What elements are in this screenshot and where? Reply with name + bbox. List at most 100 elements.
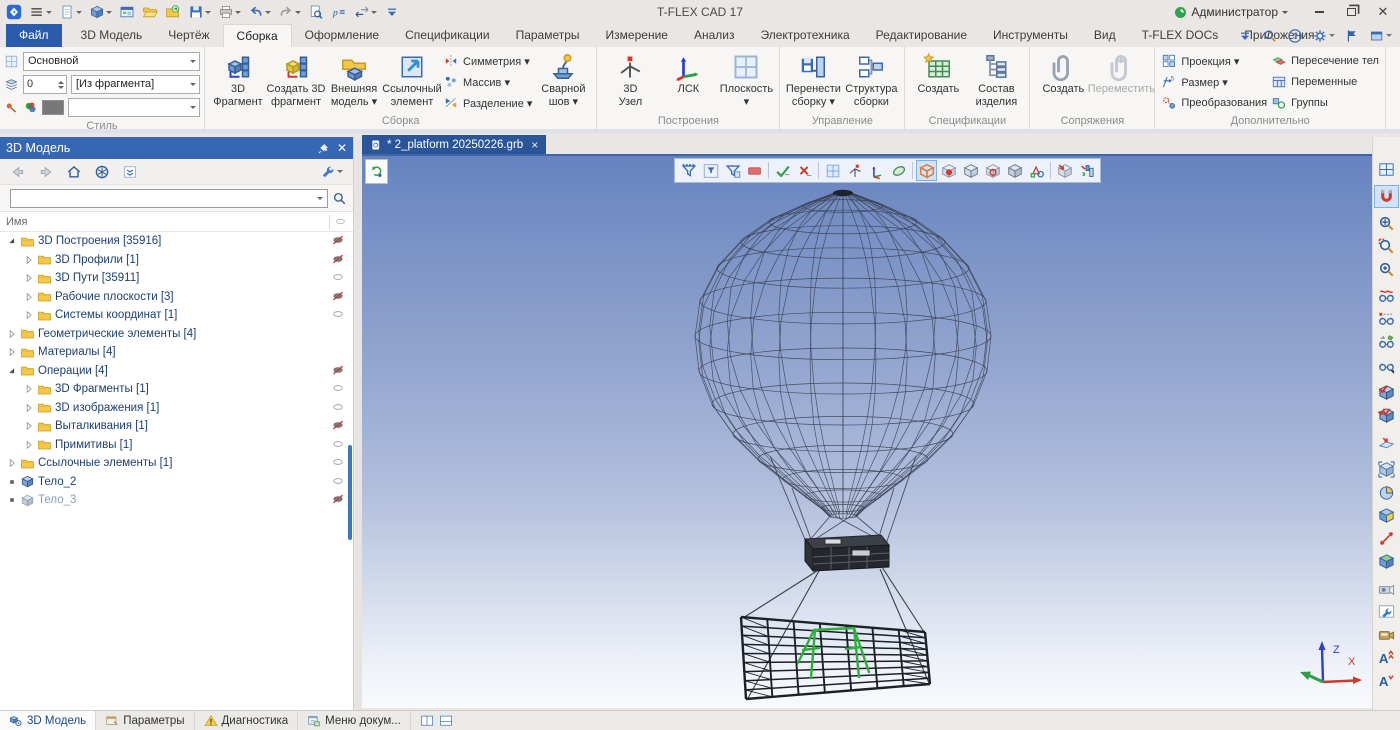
- tree-item-операции-4-[interactable]: Операции [4]: [0, 362, 353, 381]
- tab-электротехника[interactable]: Электротехника: [747, 24, 862, 47]
- material-select[interactable]: [68, 98, 200, 117]
- expander-closed-icon[interactable]: [23, 383, 35, 395]
- color-swatch[interactable]: [42, 100, 64, 115]
- document-tab[interactable]: * 2_platform 20250226.grb ×: [362, 135, 546, 154]
- search-input[interactable]: [10, 189, 328, 208]
- minimize-button[interactable]: [1304, 1, 1334, 23]
- expander-closed-icon[interactable]: [6, 457, 18, 469]
- close-panel-icon[interactable]: ✕: [337, 141, 347, 155]
- tab-вид[interactable]: Вид: [1081, 24, 1129, 47]
- sel-lcs-button[interactable]: [866, 160, 887, 181]
- model-overview-button[interactable]: [92, 161, 112, 183]
- ribbon-button-состав-изделия[interactable]: Составизделия: [967, 50, 1025, 109]
- scene-options-button[interactable]: [365, 159, 388, 184]
- magnet-button[interactable]: [1374, 185, 1399, 208]
- close-document-icon[interactable]: ×: [531, 138, 538, 152]
- glasses-node-button[interactable]: [1374, 308, 1399, 331]
- tab-t-flex-docs[interactable]: T-FLEX DOCs: [1129, 24, 1232, 47]
- layout-columns-button[interactable]: [419, 713, 435, 728]
- tree-item-материалы-4-[interactable]: Материалы [4]: [0, 343, 353, 362]
- ribbon-button-3d-узел[interactable]: 3DУзел: [601, 50, 659, 109]
- eye-hidden-icon[interactable]: [331, 233, 345, 247]
- tab-3d-модель[interactable]: 3D Модель: [68, 24, 156, 47]
- tree-item-3d-профили-1-[interactable]: 3D Профили [1]: [0, 251, 353, 270]
- eye-visible-icon[interactable]: [331, 455, 345, 469]
- expander-open-icon[interactable]: [6, 365, 18, 377]
- divide-view-button[interactable]: [1374, 158, 1399, 181]
- font-increase-button[interactable]: A: [1374, 646, 1399, 669]
- eye-hidden-icon[interactable]: [331, 363, 345, 377]
- sel-node-button[interactable]: [844, 160, 865, 181]
- ribbon-button-перенести-сборку-[interactable]: Перенестисборку ▾: [784, 50, 842, 109]
- tab-инструменты[interactable]: Инструменты: [980, 24, 1081, 47]
- tree-item-3d-пути-35911-[interactable]: 3D Пути [35911]: [0, 269, 353, 288]
- ribbon-button-размер-[interactable]: 5Размер ▾: [1161, 73, 1267, 91]
- sel-solids-button[interactable]: [1004, 160, 1025, 181]
- tree-item-примитивы-1-[interactable]: Примитивы [1]: [0, 436, 353, 455]
- ribbon-button-сварной-шов-[interactable]: Сварнойшов ▾: [534, 50, 592, 109]
- tree-item-тело-2[interactable]: Тело_2: [0, 473, 353, 492]
- ribbon-button-группы[interactable]: Группы: [1271, 94, 1379, 112]
- projector-button[interactable]: [1374, 577, 1399, 600]
- ribbon-button-массив-[interactable]: Массив ▾: [443, 73, 532, 91]
- sel-structure-button[interactable]: [1076, 160, 1097, 181]
- forward-button[interactable]: [36, 161, 56, 183]
- restore-button[interactable]: [1336, 1, 1366, 23]
- tab-параметры[interactable]: Параметры: [503, 24, 593, 47]
- expander-closed-icon[interactable]: [23, 254, 35, 266]
- ribbon-button-проекция-[interactable]: Проекция ▾: [1161, 52, 1267, 70]
- filter-rect-button[interactable]: [744, 160, 765, 181]
- sel-fragment-button[interactable]: [1054, 160, 1075, 181]
- tree-item-3d-построения-35916-[interactable]: 3D Построения [35916]: [0, 232, 353, 251]
- 3d-viewport[interactable]: ZX: [362, 156, 1372, 708]
- settings-button[interactable]: [1310, 25, 1337, 47]
- expand-levels-button[interactable]: [120, 161, 140, 183]
- sel-faces-button[interactable]: [938, 160, 959, 181]
- ribbon-button-лск[interactable]: ЛСК: [659, 50, 717, 109]
- zoom-dynamic-button[interactable]: [1374, 212, 1399, 235]
- expander-closed-icon[interactable]: [23, 420, 35, 432]
- eye-hidden-icon[interactable]: [331, 289, 345, 303]
- move-plane-button[interactable]: [1374, 431, 1399, 454]
- ribbon-button-структура-сборки[interactable]: Структурасборки: [842, 50, 900, 109]
- tree-item-системы-координат-1-[interactable]: Системы координат [1]: [0, 306, 353, 325]
- expander-closed-icon[interactable]: [23, 402, 35, 414]
- sel-operations-button[interactable]: [982, 160, 1003, 181]
- help-button[interactable]: ?: [1285, 25, 1305, 47]
- ribbon-button-создать[interactable]: Создать: [1034, 50, 1092, 109]
- close-button[interactable]: ✕: [1368, 1, 1398, 23]
- user-menu[interactable]: Администратор: [1174, 5, 1288, 19]
- source-select[interactable]: [Из фрагмента]: [71, 75, 200, 94]
- eye-hidden-icon[interactable]: [331, 252, 345, 266]
- filter-button[interactable]: [678, 160, 699, 181]
- tab-редактирование[interactable]: Редактирование: [863, 24, 980, 47]
- tree-item-3d-фрагменты-1-[interactable]: 3D Фрагменты [1]: [0, 380, 353, 399]
- filter-window-button[interactable]: [700, 160, 721, 181]
- layout-bottom-button[interactable]: [438, 713, 454, 728]
- measure-red-button[interactable]: [1374, 527, 1399, 550]
- cube-yellow-button[interactable]: [1374, 504, 1399, 527]
- eye-visible-icon[interactable]: [331, 270, 345, 284]
- panel-splitter[interactable]: [355, 137, 362, 710]
- expander-closed-icon[interactable]: [23, 439, 35, 451]
- home-button[interactable]: [64, 161, 84, 183]
- search-button[interactable]: [1260, 25, 1280, 47]
- eye-visible-icon[interactable]: [331, 381, 345, 395]
- bottom-tab-3d-модель[interactable]: 3D Модель: [0, 711, 96, 730]
- tree-item-выталкивания-1-[interactable]: Выталкивания [1]: [0, 417, 353, 436]
- render-settings-button[interactable]: [1374, 600, 1399, 623]
- tab-спецификации[interactable]: Спецификации: [392, 24, 502, 47]
- glasses-plain-button[interactable]: [1374, 354, 1399, 377]
- ribbon-button-пересечение-тел[interactable]: Пересечение тел: [1271, 52, 1379, 70]
- bottom-tab-параметры[interactable]: Параметры: [96, 711, 194, 730]
- tab-анализ[interactable]: Анализ: [681, 24, 748, 47]
- tree-column-header[interactable]: Имя: [0, 212, 353, 232]
- pin-icon[interactable]: [317, 142, 330, 155]
- hide-red-button[interactable]: [1374, 285, 1399, 308]
- sel-annotations-button[interactable]: [1026, 160, 1047, 181]
- tree-item-3d-изображения-1-[interactable]: 3D изображения [1]: [0, 399, 353, 418]
- tools-button[interactable]: [318, 161, 345, 183]
- cube-green-button[interactable]: [1374, 550, 1399, 573]
- font-decrease-button[interactable]: A: [1374, 669, 1399, 692]
- sel-bodies-button[interactable]: [960, 160, 981, 181]
